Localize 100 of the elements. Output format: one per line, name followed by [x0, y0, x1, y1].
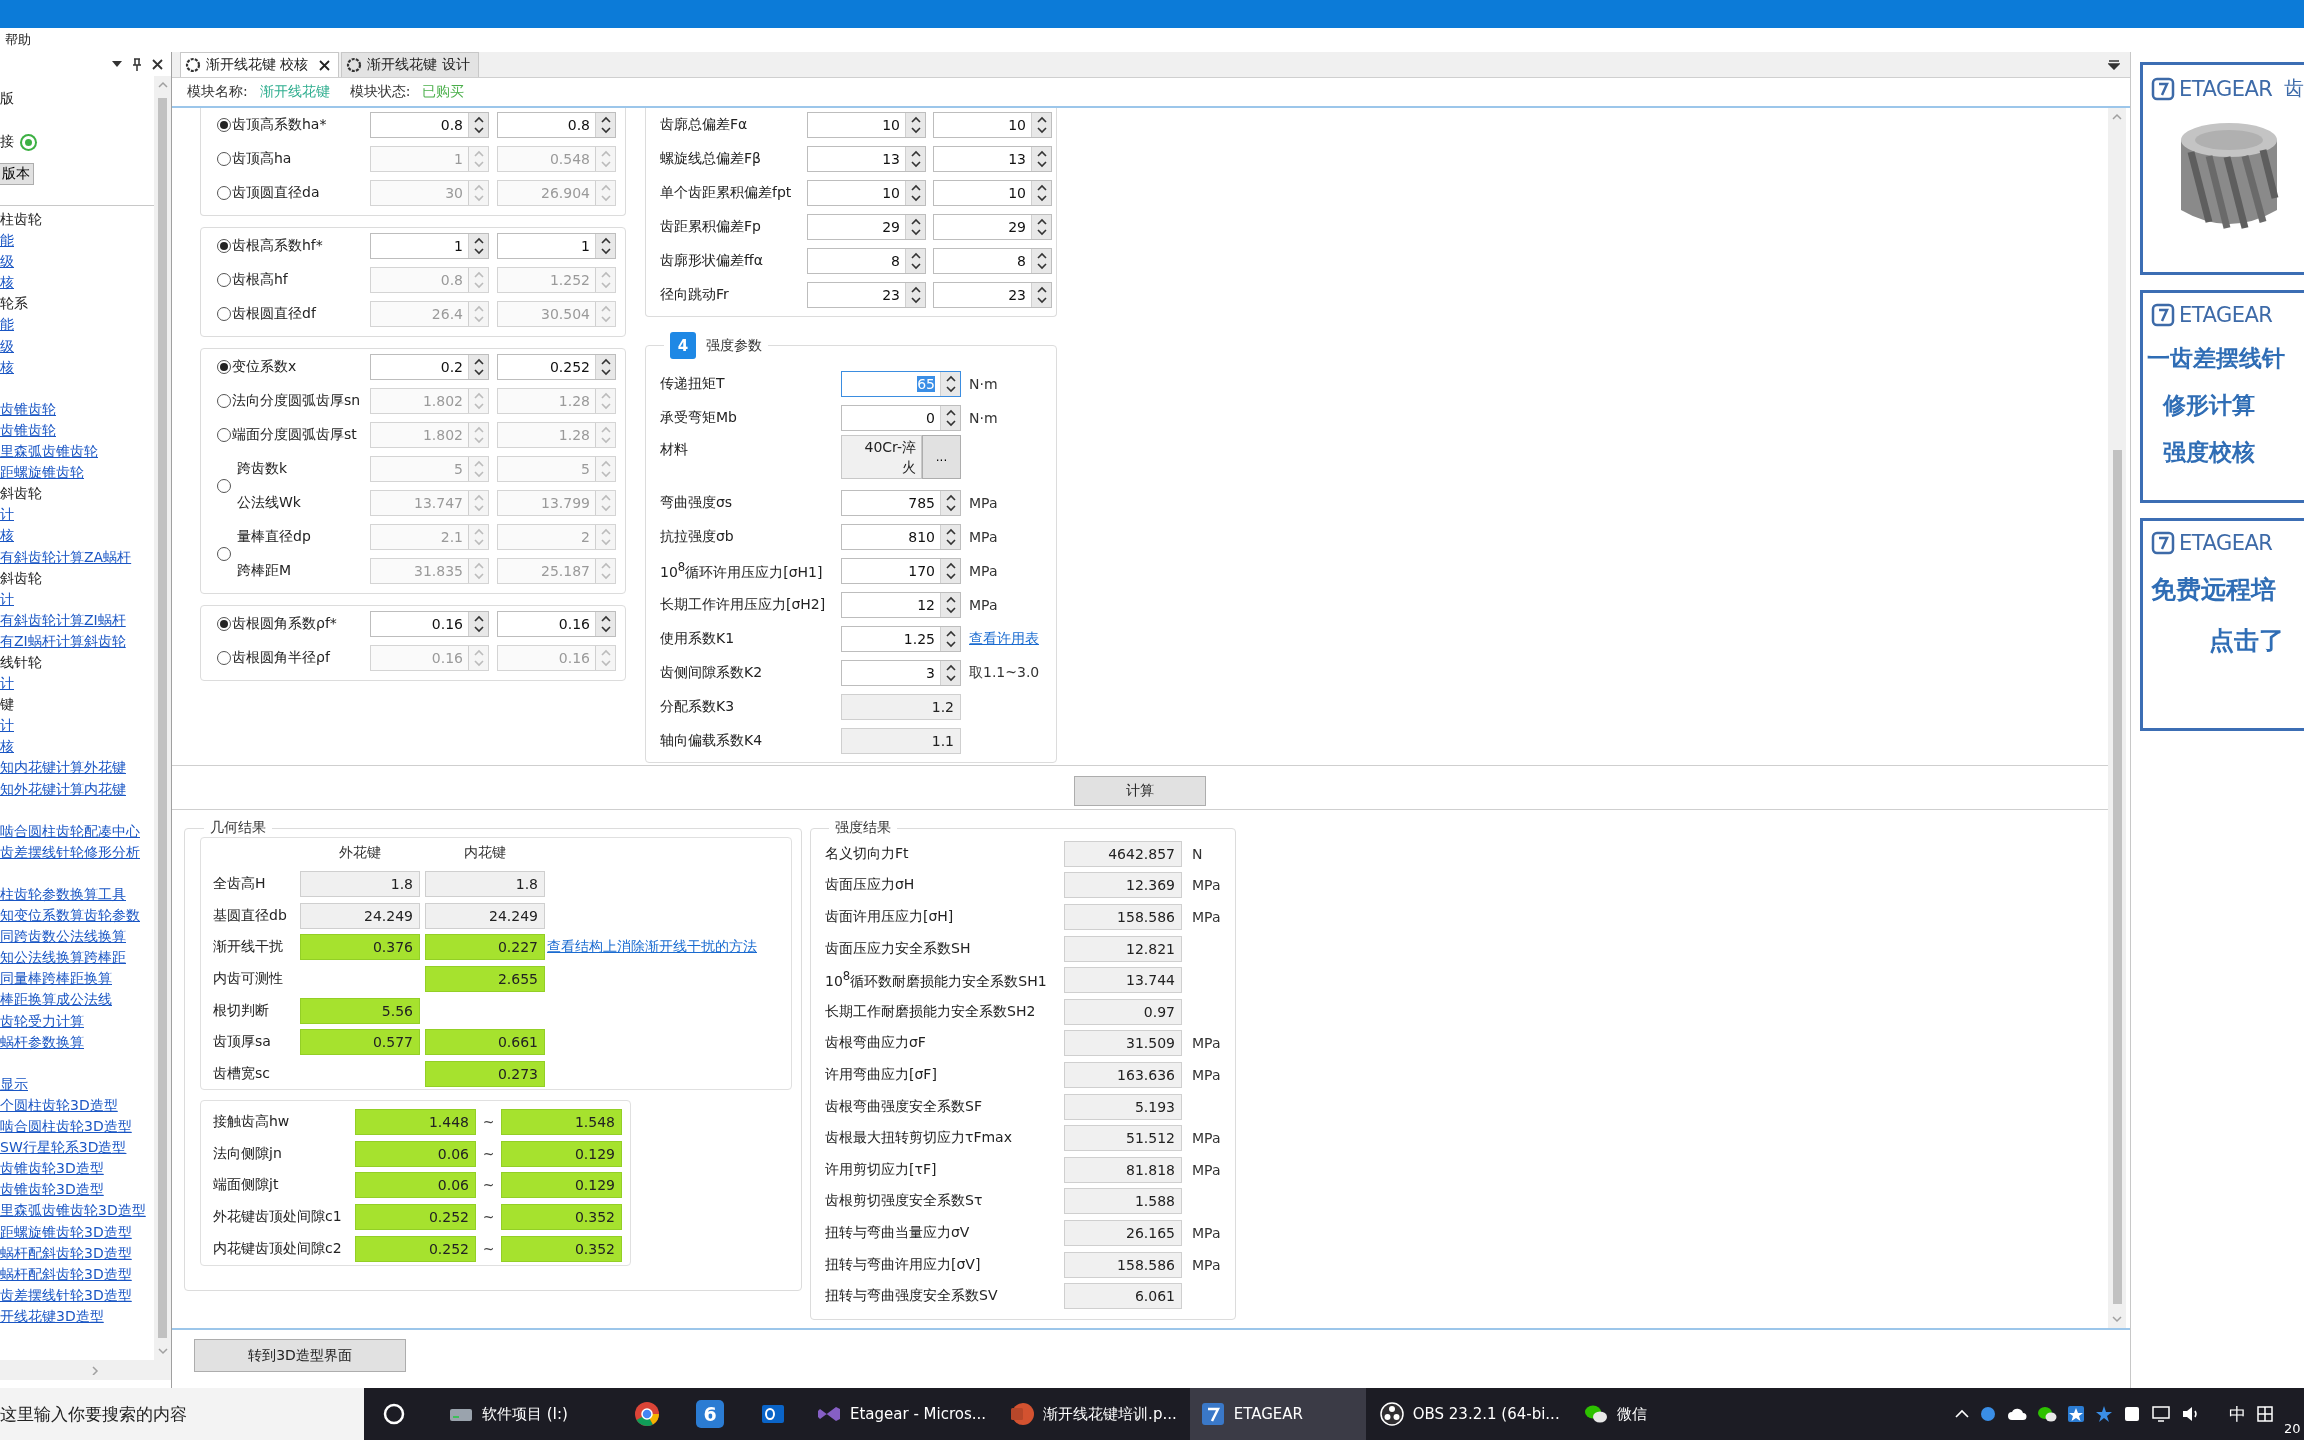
ad-banner[interactable]: ETAGEAR 一齿差摆线针 修形计算 强度校核	[2140, 290, 2304, 503]
radio-button[interactable]	[217, 273, 231, 287]
number-field[interactable]: 170	[841, 558, 961, 584]
caret-down-icon[interactable]	[2108, 59, 2120, 70]
radio-button[interactable]	[217, 360, 231, 374]
tree-heading[interactable]: 柱齿轮	[0, 209, 42, 231]
help-link[interactable]: 查看结构上消除渐开线干扰的方法	[545, 938, 791, 957]
tree-link[interactable]: 知变位系数算齿轮参数	[0, 905, 140, 927]
spinner-icon[interactable]	[468, 234, 488, 258]
number-field[interactable]: 12	[841, 592, 961, 618]
tree-link[interactable]: 级	[0, 335, 14, 357]
tree-link[interactable]: 核	[0, 525, 14, 547]
tree-heading[interactable]: 斜齿轮	[0, 567, 42, 589]
radio-button[interactable]	[217, 479, 231, 493]
close-icon[interactable]	[152, 58, 163, 70]
number-field[interactable]: 0.2	[370, 354, 489, 380]
spinner-icon[interactable]	[940, 593, 960, 617]
version-button[interactable]: 版本	[0, 163, 34, 185]
tree-link[interactable]: 开线花键3D造型	[0, 1305, 104, 1327]
radio-button[interactable]	[217, 307, 231, 321]
number-field[interactable]: 13	[933, 146, 1052, 172]
tree-link[interactable]: 齿锥齿轮	[0, 398, 56, 420]
table-link[interactable]: 查看许用表	[969, 630, 1039, 648]
number-field[interactable]: 0	[841, 405, 961, 431]
tree-link[interactable]: 能	[0, 230, 14, 252]
spinner-icon[interactable]	[940, 372, 960, 396]
menu-item[interactable]: 帮助	[5, 31, 31, 49]
tree-link[interactable]: SW行星轮系3D造型	[0, 1137, 127, 1159]
spinner-icon[interactable]	[940, 491, 960, 515]
radio-button[interactable]	[217, 239, 231, 253]
star-icon[interactable]	[2067, 1405, 2085, 1423]
taskbar-app[interactable]: ETAGEAR	[1189, 1388, 1366, 1440]
tree-heading[interactable]: 斜齿轮	[0, 483, 42, 505]
spinner-icon[interactable]	[940, 627, 960, 651]
tree-heading[interactable]: 轮系	[0, 293, 28, 315]
tree-link[interactable]: 里森弧齿锥齿轮	[0, 441, 98, 463]
taskbar-app[interactable]: OBS 23.2.1 (64-bi...	[1368, 1388, 1570, 1440]
spinner-icon[interactable]	[905, 147, 925, 171]
tree-link[interactable]: 蜗杆参数换算	[0, 1031, 84, 1053]
tree-link[interactable]: 齿差摆线针轮3D造型	[0, 1284, 132, 1306]
number-field[interactable]: 1	[497, 233, 616, 259]
spinner-icon[interactable]	[940, 661, 960, 685]
radio-button[interactable]	[217, 428, 231, 442]
spinner-icon[interactable]	[1031, 283, 1051, 307]
number-field[interactable]: 785	[841, 490, 961, 516]
spinner-icon[interactable]	[905, 249, 925, 273]
tree-link[interactable]: 有ZI蜗杆计算斜齿轮	[0, 630, 126, 652]
tree-link[interactable]: 蜗杆配斜齿轮3D造型	[0, 1263, 132, 1285]
tree-link[interactable]: 啮合圆柱齿轮3D造型	[0, 1116, 132, 1138]
tab[interactable]: 渐开线花键 设计	[341, 52, 479, 77]
number-field[interactable]: 0.8	[497, 112, 616, 138]
spinner-icon[interactable]	[595, 355, 615, 379]
cloud-icon[interactable]	[2007, 1406, 2027, 1422]
tree-link[interactable]: 知内花键计算外花键	[0, 757, 126, 779]
number-field[interactable]: 8	[807, 248, 926, 274]
spinner-icon[interactable]	[905, 113, 925, 137]
3d-model-button[interactable]: 转到3D造型界面	[194, 1339, 406, 1372]
star-icon[interactable]	[2095, 1405, 2113, 1423]
spinner-icon[interactable]	[1031, 113, 1051, 137]
tree-link[interactable]: 有斜齿轮计算ZA蜗杆	[0, 546, 132, 568]
radio-button[interactable]	[217, 394, 231, 408]
radio-button[interactable]	[217, 547, 231, 561]
tree-link[interactable]: 知公法线换算跨棒距	[0, 947, 126, 969]
square-icon[interactable]	[2123, 1405, 2141, 1423]
tree-heading[interactable]: 键	[0, 694, 14, 716]
tree-link[interactable]: 计	[0, 588, 14, 610]
number-field[interactable]: 1.25	[841, 626, 961, 652]
spinner-icon[interactable]	[905, 283, 925, 307]
taskbar-app[interactable]: 渐开线花键培训.p...	[999, 1388, 1187, 1440]
taskbar-app[interactable]: 6	[680, 1388, 740, 1440]
tree-link[interactable]: 齿轮受力计算	[0, 1010, 84, 1032]
spinner-icon[interactable]	[1031, 181, 1051, 205]
calculate-button[interactable]: 计算	[1074, 776, 1206, 806]
radio-button[interactable]	[217, 617, 231, 631]
tree-link[interactable]: 核	[0, 356, 14, 378]
spinner-icon[interactable]	[905, 215, 925, 239]
tree-link[interactable]: 棒距换算成公法线	[0, 989, 112, 1011]
horizontal-scrollbar[interactable]	[0, 1360, 171, 1380]
ad-banner[interactable]: ETAGEAR 免费远程培 点击了	[2140, 518, 2304, 731]
ad-banner[interactable]: ETAGEAR 齿	[2140, 62, 2304, 275]
spinner-icon[interactable]	[940, 525, 960, 549]
tree-link[interactable]: 知外花键计算内花键	[0, 778, 126, 800]
number-field[interactable]: 1	[370, 233, 489, 259]
tree-link[interactable]: 蜗杆配斜齿轮3D造型	[0, 1242, 132, 1264]
circle-icon[interactable]	[382, 1402, 406, 1426]
spinner-icon[interactable]	[940, 559, 960, 583]
chat-icon[interactable]	[2037, 1405, 2057, 1423]
grid-icon[interactable]	[2256, 1405, 2274, 1423]
spinner-icon[interactable]	[468, 355, 488, 379]
radio-button[interactable]	[217, 186, 231, 200]
tree-heading[interactable]: 线针轮	[0, 651, 42, 674]
tree-link[interactable]: 能	[0, 314, 14, 336]
browse-button[interactable]: ...	[922, 435, 961, 479]
spinner-icon[interactable]	[1031, 147, 1051, 171]
tree-link[interactable]: 啮合圆柱齿轮配凑中心	[0, 820, 140, 842]
tree-link[interactable]: 计	[0, 715, 14, 737]
number-field[interactable]: 23	[807, 282, 926, 308]
number-field[interactable]: 29	[933, 214, 1052, 240]
radio-button[interactable]	[217, 118, 231, 132]
tree-link[interactable]: 计	[0, 673, 14, 695]
